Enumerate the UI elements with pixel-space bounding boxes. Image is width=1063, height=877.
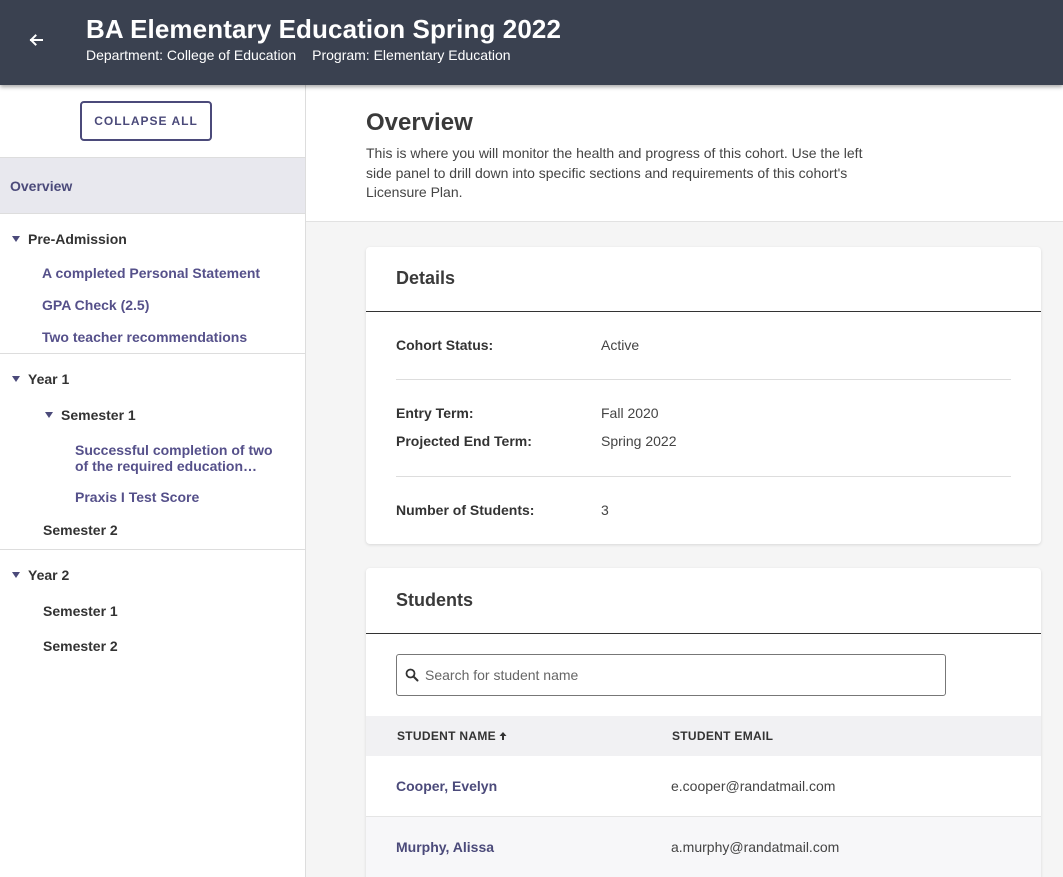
- sidebar-section-year-1-semester-2[interactable]: Semester 2: [43, 522, 118, 538]
- search-input[interactable]: [425, 667, 925, 683]
- search-icon: [405, 668, 419, 682]
- num-students-label: Number of Students:: [396, 502, 535, 518]
- student-search[interactable]: [396, 654, 946, 696]
- app-header: BA Elementary Education Spring 2022 Depa…: [0, 0, 1063, 85]
- student-name-link[interactable]: Cooper, Evelyn: [396, 778, 497, 794]
- num-students-value: 3: [601, 502, 609, 518]
- sidebar-section-year-1-semester-1[interactable]: Semester 1: [45, 407, 136, 423]
- end-term-value: Spring 2022: [601, 433, 677, 449]
- sidebar-item-teacher-recommendations[interactable]: Two teacher recommendations: [42, 329, 247, 345]
- sidebar-item-required-education[interactable]: Successful completion of two of the requ…: [75, 442, 285, 474]
- overview-title: Overview: [366, 109, 473, 136]
- sidebar-section-year-2[interactable]: Year 2: [12, 567, 69, 583]
- program-label: Program: Elementary Education: [312, 47, 511, 63]
- back-button[interactable]: [24, 28, 48, 52]
- caret-down-icon: [12, 572, 20, 578]
- sidebar-divider: [0, 353, 305, 354]
- sidebar-section-year-2-semester-2[interactable]: Semester 2: [43, 638, 118, 654]
- details-card: Details Cohort Status: Active Entry Term…: [366, 247, 1041, 544]
- collapse-all-button[interactable]: COLLAPSE ALL: [80, 101, 212, 141]
- arrow-left-icon: [29, 34, 43, 46]
- section-label: Pre-Admission: [28, 231, 127, 247]
- details-separator: [396, 476, 1011, 477]
- students-table-header: STUDENT NAME STUDENT EMAIL: [366, 716, 1041, 756]
- overview-description: This is where you will monitor the healt…: [366, 145, 863, 200]
- sort-ascending-icon: [499, 732, 507, 740]
- page-title: BA Elementary Education Spring 2022: [86, 14, 562, 44]
- sidebar-section-pre-admission[interactable]: Pre-Admission: [12, 231, 127, 247]
- student-name-link[interactable]: Murphy, Alissa: [396, 839, 494, 855]
- details-title: Details: [396, 268, 456, 288]
- entry-term-value: Fall 2020: [601, 405, 659, 421]
- sidebar-item-gpa-check[interactable]: GPA Check (2.5): [42, 297, 149, 313]
- column-label: STUDENT NAME: [397, 729, 496, 743]
- sidebar: COLLAPSE ALL Overview Pre-Admission A co…: [0, 85, 306, 877]
- sidebar-item-overview[interactable]: Overview: [0, 157, 305, 214]
- details-divider: [366, 311, 1041, 312]
- department-label: Department: College of Education: [86, 47, 297, 63]
- entry-term-label: Entry Term:: [396, 405, 474, 421]
- column-header-student-email[interactable]: STUDENT EMAIL: [672, 729, 773, 743]
- student-email: e.cooper@randatmail.com: [671, 778, 836, 794]
- sidebar-section-year-1[interactable]: Year 1: [12, 371, 69, 387]
- sidebar-item-personal-statement[interactable]: A completed Personal Statement: [42, 265, 260, 281]
- caret-down-icon: [45, 412, 53, 418]
- section-label: Semester 1: [61, 407, 136, 423]
- column-header-student-name[interactable]: STUDENT NAME: [397, 729, 508, 743]
- section-label: Year 1: [28, 371, 70, 387]
- sidebar-divider: [0, 549, 305, 550]
- student-email: a.murphy@randatmail.com: [671, 839, 840, 855]
- cohort-status-label: Cohort Status:: [396, 337, 494, 353]
- table-row: Murphy, Alissa a.murphy@randatmail.com: [366, 817, 1041, 877]
- table-row: Cooper, Evelyn e.cooper@randatmail.com: [366, 756, 1041, 817]
- caret-down-icon: [12, 236, 20, 242]
- section-label: Year 2: [28, 567, 70, 583]
- end-term-label: Projected End Term:: [396, 433, 532, 449]
- cohort-status-value: Active: [601, 337, 640, 353]
- details-separator: [396, 379, 1011, 380]
- sidebar-section-year-2-semester-1[interactable]: Semester 1: [43, 603, 118, 619]
- header-subtitle: Department: College of Education Program…: [86, 47, 511, 63]
- overview-section: Overview This is where you will monitor …: [306, 85, 1063, 222]
- students-divider: [366, 633, 1041, 634]
- sidebar-item-praxis-score[interactable]: Praxis I Test Score: [75, 489, 199, 505]
- caret-down-icon: [12, 376, 20, 382]
- students-card: Students STUDENT NAME STUDENT EMAIL Coop…: [366, 568, 1041, 877]
- students-title: Students: [396, 590, 474, 610]
